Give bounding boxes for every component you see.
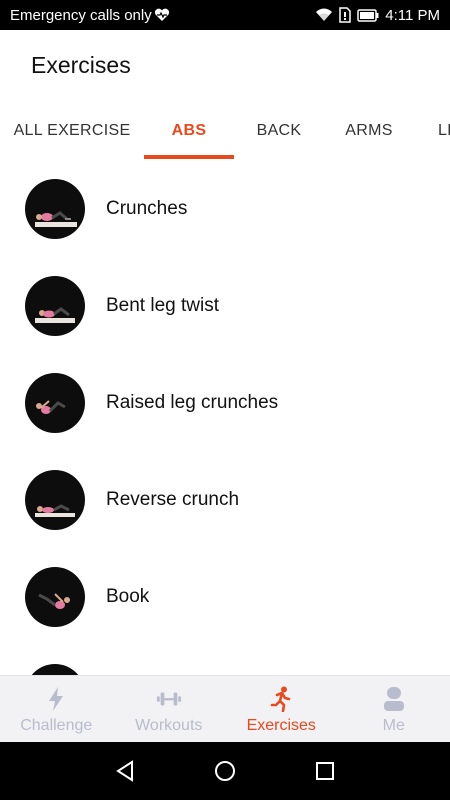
book-thumbnail <box>25 566 85 627</box>
list-item[interactable]: Raised leg crunches <box>0 354 450 451</box>
exercise-name: Raised leg crunches <box>106 391 279 413</box>
nav-challenge[interactable]: Challenge <box>0 676 113 743</box>
raised-leg-crunches-thumbnail <box>25 372 85 433</box>
exercise-name: Bent leg twist <box>106 294 219 316</box>
status-bar: Emergency calls only 4:11 PM <box>0 0 450 30</box>
exercise-name: Reverse crunch <box>106 488 240 510</box>
tab-all-exercise[interactable]: ALL EXERCISE <box>0 102 144 160</box>
app-header: Exercises <box>0 30 450 102</box>
wifi-icon <box>315 8 333 22</box>
exercise-list: Crunches Bent leg twist Raised leg crunc… <box>0 160 450 675</box>
exercise-name: Book <box>106 585 150 607</box>
lightning-icon <box>43 686 69 712</box>
sim-icon <box>339 7 351 23</box>
dumbbell-icon <box>156 686 182 712</box>
list-item[interactable]: Reverse crunch <box>0 451 450 548</box>
running-person-icon <box>268 686 294 712</box>
home-icon[interactable] <box>210 756 240 786</box>
nav-exercises[interactable]: Exercises <box>225 676 338 743</box>
tab-abs[interactable]: ABS <box>144 102 234 160</box>
recents-icon[interactable] <box>310 756 340 786</box>
person-icon <box>381 686 407 712</box>
nav-label: Challenge <box>20 717 93 734</box>
page-title: Exercises <box>31 52 131 78</box>
crunches-thumbnail <box>25 178 85 239</box>
carrier-text: Emergency calls only <box>10 6 152 24</box>
nav-label: Exercises <box>246 717 316 734</box>
active-tab-indicator <box>144 155 234 159</box>
nav-workouts[interactable]: Workouts <box>113 676 226 743</box>
category-tabs: ALL EXERCISE ABS BACK ARMS LE <box>0 102 450 160</box>
tab-legs[interactable]: LE <box>414 102 450 160</box>
bent-leg-twist-thumbnail <box>25 275 85 336</box>
tab-back[interactable]: BACK <box>234 102 324 160</box>
tab-arms[interactable]: ARMS <box>324 102 414 160</box>
next-exercise-thumbnail <box>25 663 85 675</box>
list-item[interactable]: Bent leg twist <box>0 257 450 354</box>
nav-label: Me <box>382 717 405 734</box>
list-item[interactable]: Crunches <box>0 160 450 257</box>
exercise-name: Crunches <box>106 197 188 219</box>
reverse-crunch-thumbnail <box>25 469 85 530</box>
bottom-navigation: Challenge Workouts Exercises Me <box>0 675 450 742</box>
back-icon[interactable] <box>110 756 140 786</box>
status-time: 4:11 PM <box>385 6 440 24</box>
list-item[interactable]: Book <box>0 548 450 645</box>
heart-monitor-icon <box>154 8 170 22</box>
battery-icon <box>357 8 379 22</box>
nav-me[interactable]: Me <box>338 676 450 743</box>
system-navigation-bar <box>0 742 450 800</box>
nav-label: Workouts <box>135 717 203 734</box>
list-item[interactable] <box>0 645 450 675</box>
